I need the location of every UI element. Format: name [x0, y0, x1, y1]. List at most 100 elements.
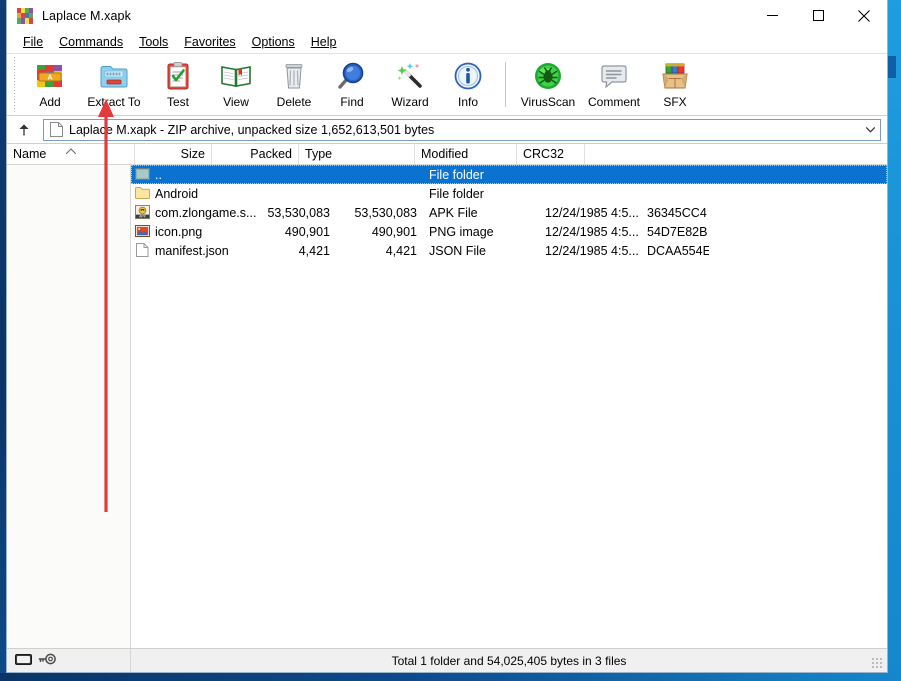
title-bar: Laplace M.xapk [7, 0, 887, 31]
menu-tools-label: Tools [139, 35, 168, 49]
column-headers: Name Size Packed Type Modified [7, 144, 887, 165]
archive-path-text: Laplace M.xapk - ZIP archive, unpacked s… [69, 123, 434, 137]
row-size-cell: 490,901 [259, 225, 336, 239]
row-name-cell: Android [131, 186, 259, 201]
window-controls [749, 0, 887, 31]
toolbar-comment-button[interactable]: Comment [582, 54, 646, 115]
column-header-size-label: Size [181, 147, 205, 161]
desktop-background-right [888, 0, 901, 681]
table-row[interactable]: APK com.zlongame.s... 53,530,083 53,530,… [131, 203, 887, 222]
up-arrow-icon [17, 123, 31, 137]
menu-commands[interactable]: Commands [51, 33, 131, 51]
file-list-rows: .. File folder [131, 165, 887, 260]
toolbar-add-button[interactable]: A Add [21, 54, 79, 115]
row-name-text: icon.png [155, 225, 202, 239]
toolbar-virusscan-button[interactable]: VirusScan [514, 54, 582, 115]
row-crc32-cell: 36345CC4 [641, 206, 709, 220]
column-header-modified[interactable]: Modified [415, 144, 517, 164]
menu-commands-label: Commands [59, 35, 123, 49]
table-row[interactable]: Android File folder [131, 184, 887, 203]
folder-tree-pane[interactable] [7, 144, 131, 648]
toolbar-test-label: Test [167, 95, 189, 109]
extract-folder-icon [98, 60, 130, 92]
up-one-level-button[interactable] [11, 118, 37, 142]
menu-help[interactable]: Help [303, 33, 345, 51]
toolbar-extract-to-button[interactable]: Extract To [79, 54, 149, 115]
comment-bubble-icon [598, 60, 630, 92]
menu-favorites-label: Favorites [184, 35, 235, 49]
row-name-cell: icon.png [131, 224, 259, 239]
row-modified-cell: 12/24/1985 4:5... [539, 225, 641, 239]
png-image-icon [135, 224, 150, 239]
close-button[interactable] [841, 0, 887, 31]
file-list-pane[interactable]: .. File folder [131, 144, 887, 648]
row-name-cell: .. [131, 167, 259, 182]
column-header-packed-label: Packed [250, 147, 292, 161]
row-packed-cell: 490,901 [336, 225, 423, 239]
virusscan-bug-icon [532, 60, 564, 92]
row-type-cell: JSON File [423, 244, 539, 258]
desktop-accent-notch [888, 56, 896, 78]
column-header-modified-label: Modified [421, 147, 468, 161]
window-title: Laplace M.xapk [42, 9, 131, 23]
row-name-cell: APK com.zlongame.s... [131, 205, 259, 220]
toolbar-separator [505, 62, 506, 107]
table-row[interactable]: manifest.json 4,421 4,421 JSON File 12/2… [131, 241, 887, 260]
screen: Laplace M.xapk File Commands Tools Favor… [0, 0, 901, 681]
menu-help-label: Help [311, 35, 337, 49]
toolbar-find-button[interactable]: Find [323, 54, 381, 115]
column-header-type-label: Type [305, 147, 332, 161]
column-header-crc32[interactable]: CRC32 [517, 144, 585, 164]
toolbar-find-label: Find [340, 95, 363, 109]
disk-drive-icon[interactable] [15, 652, 32, 670]
row-name-text: com.zlongame.s... [155, 206, 256, 220]
document-icon [50, 122, 63, 137]
toolbar-sfx-label: SFX [663, 95, 686, 109]
row-type-cell: File folder [423, 168, 539, 182]
toolbar-info-label: Info [458, 95, 478, 109]
column-header-filler [585, 144, 887, 164]
column-header-type[interactable]: Type [299, 144, 415, 164]
minimize-button[interactable] [749, 0, 795, 31]
toolbar-delete-button[interactable]: Delete [265, 54, 323, 115]
row-name-text: .. [155, 168, 162, 182]
key-icon[interactable] [38, 652, 56, 670]
maximize-button[interactable] [795, 0, 841, 31]
menu-tools[interactable]: Tools [131, 33, 176, 51]
column-header-name[interactable]: Name [7, 144, 135, 164]
row-type-cell: APK File [423, 206, 539, 220]
menu-file-label: File [23, 35, 43, 49]
info-circle-icon [452, 60, 484, 92]
column-header-size[interactable]: Size [135, 144, 212, 164]
menu-options[interactable]: Options [244, 33, 303, 51]
toolbar-sfx-button[interactable]: SFX [646, 54, 704, 115]
row-modified-cell: 12/24/1985 4:5... [539, 244, 641, 258]
row-type-cell: File folder [423, 187, 539, 201]
toolbar-view-button[interactable]: View [207, 54, 265, 115]
table-row[interactable]: .. File folder [131, 165, 887, 184]
row-size-cell: 4,421 [259, 244, 336, 258]
column-header-name-label: Name [13, 147, 46, 161]
table-row[interactable]: icon.png 490,901 490,901 PNG image 12/24… [131, 222, 887, 241]
toolbar-grip[interactable] [11, 57, 19, 112]
svg-text:APK: APK [139, 215, 147, 219]
toolbar-wizard-label: Wizard [391, 95, 428, 109]
toolbar-comment-label: Comment [588, 95, 640, 109]
resize-grip[interactable] [872, 658, 884, 670]
menu-file[interactable]: File [15, 33, 51, 51]
row-modified-cell: 12/24/1985 4:5... [539, 206, 641, 220]
menu-favorites[interactable]: Favorites [176, 33, 243, 51]
view-book-icon [220, 60, 252, 92]
svg-text:A: A [47, 75, 52, 82]
status-bar: Total 1 folder and 54,025,405 bytes in 3… [7, 648, 887, 672]
row-type-cell: PNG image [423, 225, 539, 239]
chevron-down-icon[interactable] [860, 120, 880, 140]
column-header-packed[interactable]: Packed [212, 144, 299, 164]
winrar-window: Laplace M.xapk File Commands Tools Favor… [6, 0, 888, 673]
archive-path-combobox[interactable]: Laplace M.xapk - ZIP archive, unpacked s… [43, 119, 881, 141]
parent-folder-icon [135, 167, 150, 182]
row-name-text: manifest.json [155, 244, 229, 258]
toolbar-info-button[interactable]: Info [439, 54, 497, 115]
toolbar-wizard-button[interactable]: Wizard [381, 54, 439, 115]
toolbar-test-button[interactable]: Test [149, 54, 207, 115]
